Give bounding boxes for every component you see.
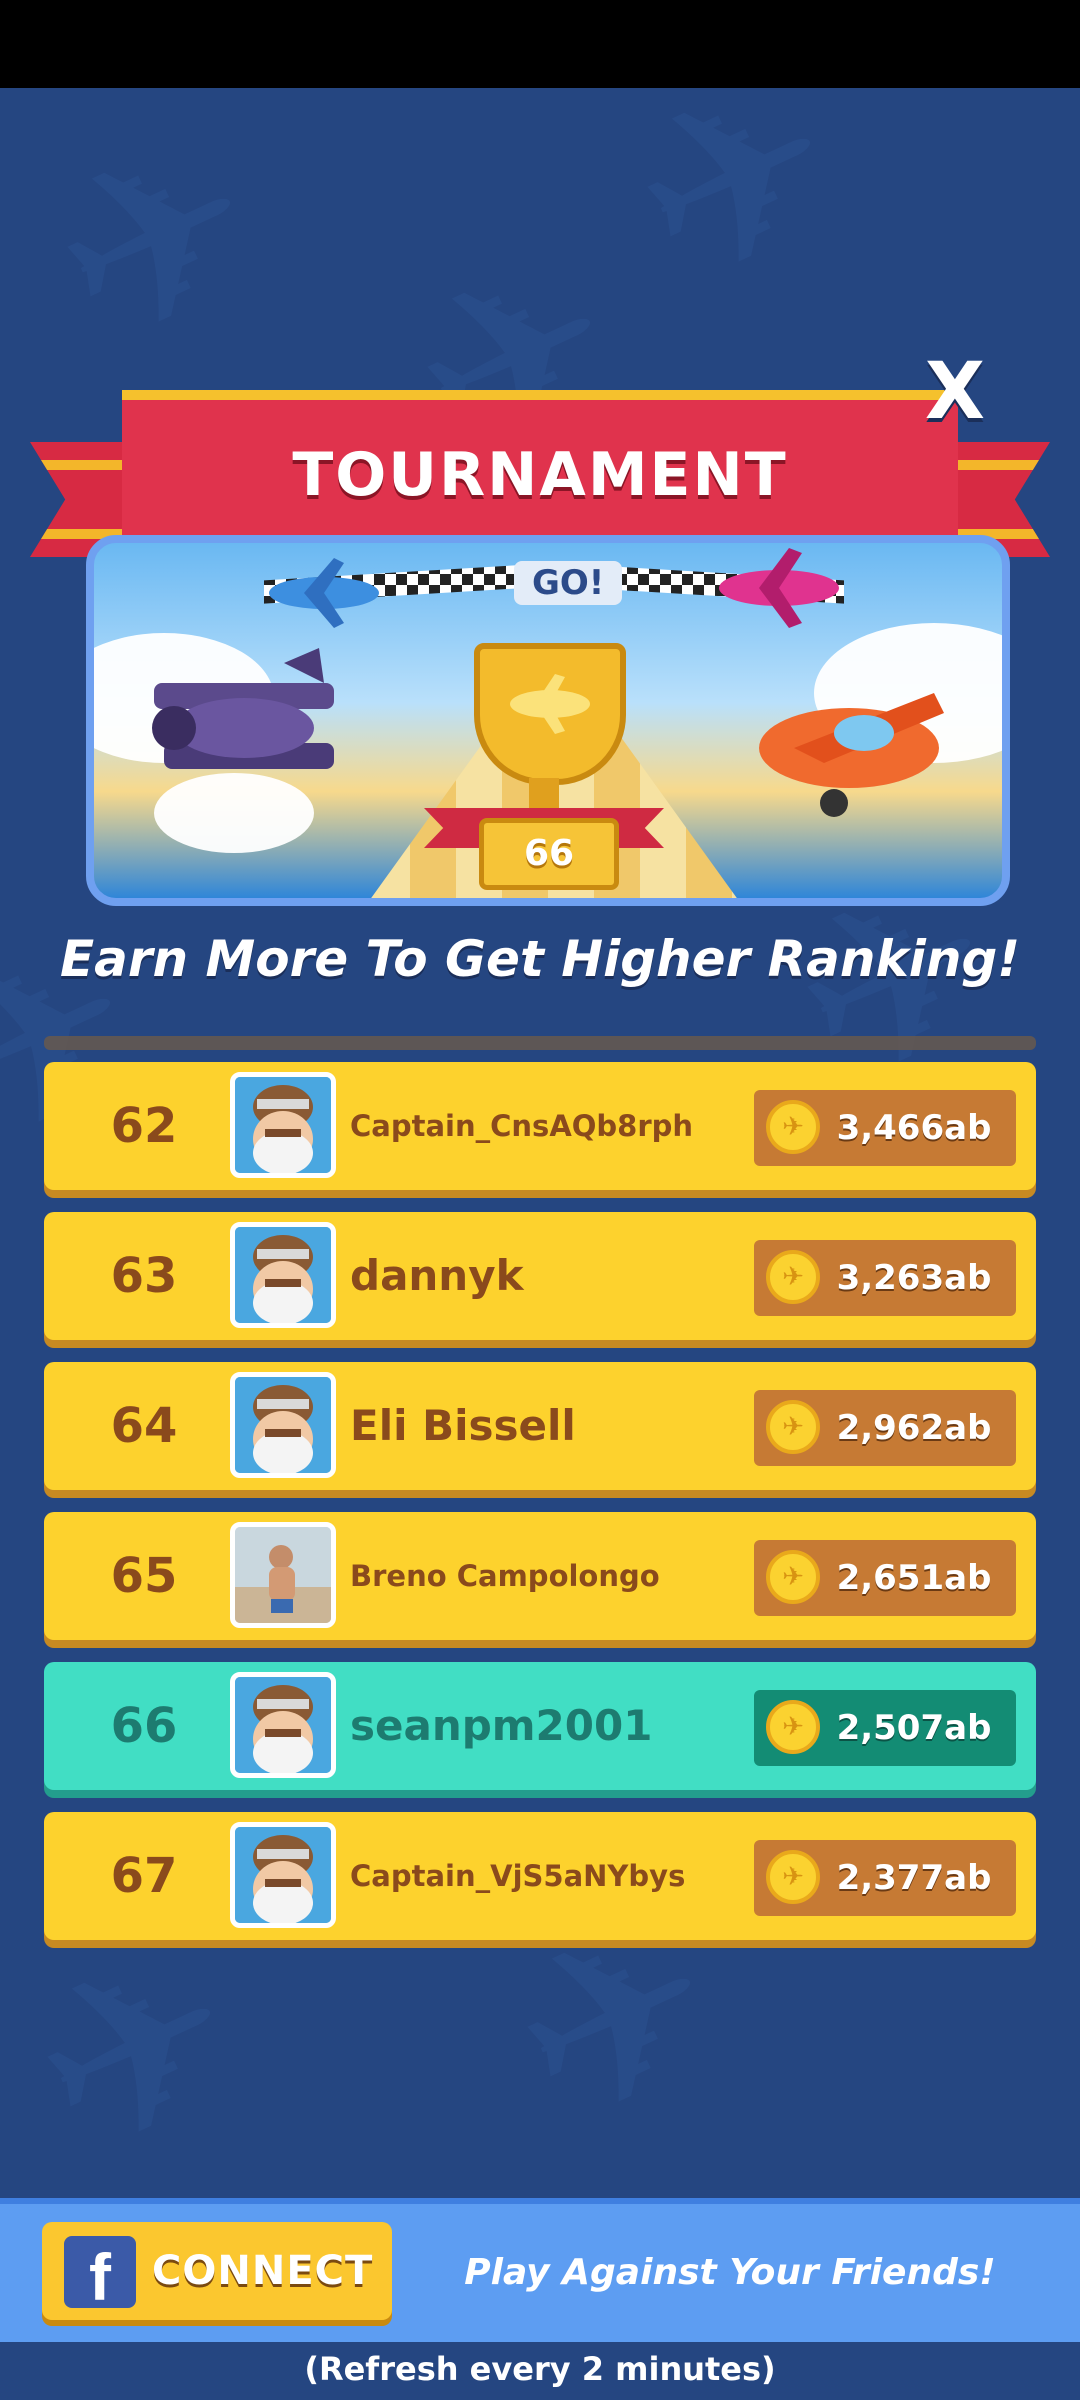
player-avatar[interactable]: [230, 1072, 336, 1178]
player-score: 2,377ab: [836, 1858, 992, 1898]
score-box: ✈ 2,507ab: [754, 1690, 1016, 1766]
subtitle: Earn More To Get Higher Ranking!: [59, 930, 1021, 988]
score-box: ✈ 3,466ab: [754, 1090, 1016, 1166]
connect-label: CONNECT: [152, 2248, 374, 2294]
trophy: 66: [424, 643, 664, 890]
player-avatar[interactable]: [230, 1372, 336, 1478]
coin-icon: ✈: [766, 1700, 820, 1754]
friends-prompt: Play Against Your Friends!: [464, 2252, 996, 2293]
leaderboard-row[interactable]: 62 Captain_CnsAQb8rph ✈ 3,466ab: [44, 1062, 1036, 1190]
pilot-avatar-icon: [235, 1077, 331, 1173]
player-avatar[interactable]: [230, 1222, 336, 1328]
score-box: ✈ 2,651ab: [754, 1540, 1016, 1616]
bottom-bar: f CONNECT Play Against Your Friends!: [0, 2198, 1080, 2342]
player-score: 3,466ab: [836, 1108, 992, 1148]
score-box: ✈ 2,962ab: [754, 1390, 1016, 1466]
player-score: 2,507ab: [836, 1708, 992, 1748]
pilot-avatar-icon: [235, 1227, 331, 1323]
player-name: dannyk: [350, 1251, 524, 1300]
pink-plane-icon: [719, 548, 839, 628]
page-title: TOURNAMENT: [292, 440, 788, 510]
leaderboard-row[interactable]: 65 Breno Campolongo ✈ 2,651ab: [44, 1512, 1036, 1640]
rank-number: 67: [110, 1848, 178, 1904]
player-name: Eli Bissell: [350, 1401, 576, 1450]
close-button[interactable]: X: [920, 352, 990, 432]
leaderboard-row[interactable]: 63 dannyk ✈ 3,263ab: [44, 1212, 1036, 1340]
score-box: ✈ 3,263ab: [754, 1240, 1016, 1316]
coin-icon: ✈: [766, 1100, 820, 1154]
go-label: GO!: [514, 561, 623, 605]
trophy-rank: 66: [479, 818, 619, 890]
pilot-avatar-icon: [235, 1677, 331, 1773]
rank-number: 65: [110, 1548, 178, 1604]
coin-icon: ✈: [766, 1550, 820, 1604]
background-plane-icon: ✈: [12, 88, 301, 404]
player-name: Captain_CnsAQb8rph: [350, 1109, 694, 1143]
rank-number: 63: [110, 1248, 178, 1304]
coin-icon: ✈: [766, 1400, 820, 1454]
pilot-avatar-icon: [235, 1377, 331, 1473]
facebook-connect-button[interactable]: f CONNECT: [42, 2222, 392, 2320]
leaderboard-row[interactable]: 64 Eli Bissell ✈ 2,962ab: [44, 1362, 1036, 1490]
tournament-illustration: GO! 66: [86, 535, 1010, 906]
leaderboard: 62 Captain_CnsAQb8rph ✈ 3,466ab 63 dannyk ✈ 3,2…: [44, 1062, 1036, 1962]
background-plane-icon: ✈: [592, 88, 881, 344]
pilot-avatar-icon: [235, 1827, 331, 1923]
player-avatar[interactable]: [230, 1522, 336, 1628]
blue-plane-icon: [269, 558, 379, 628]
player-name: seanpm2001: [350, 1701, 653, 1750]
coin-icon: ✈: [766, 1850, 820, 1904]
trophy-plane-icon: [510, 674, 590, 734]
player-score: 2,962ab: [836, 1408, 992, 1448]
player-avatar[interactable]: [230, 1672, 336, 1778]
score-box: ✈ 2,377ab: [754, 1840, 1016, 1916]
coin-icon: ✈: [766, 1250, 820, 1304]
player-score: 3,263ab: [836, 1258, 992, 1298]
player-score: 2,651ab: [836, 1558, 992, 1598]
leaderboard-row-current-user[interactable]: 66 seanpm2001 ✈ 2,507ab: [44, 1662, 1036, 1790]
photo-avatar-icon: [235, 1527, 331, 1623]
refresh-note: (Refresh every 2 minutes): [304, 2350, 776, 2388]
orange-plane-icon: [759, 693, 944, 817]
player-name: Breno Campolongo: [350, 1559, 660, 1593]
player-avatar[interactable]: [230, 1822, 336, 1928]
facebook-icon: f: [64, 2236, 136, 2314]
rank-number: 64: [110, 1398, 178, 1454]
purple-biplane-icon: [152, 648, 334, 769]
trophy-cup: [474, 643, 626, 785]
status-bar: [0, 0, 1080, 88]
rank-number: 62: [110, 1098, 178, 1154]
divider: [44, 1036, 1036, 1050]
player-name: Captain_VjS5aNYbys: [350, 1859, 686, 1893]
rank-number: 66: [110, 1698, 178, 1754]
leaderboard-row[interactable]: 67 Captain_VjS5aNYbys ✈ 2,377ab: [44, 1812, 1036, 1940]
